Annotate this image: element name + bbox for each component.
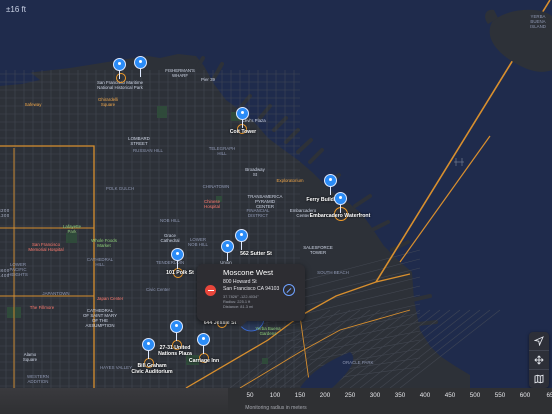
poi-label: The Fillmore (29, 305, 55, 310)
poi-label: NOB HILL (159, 218, 181, 223)
poi-label: FISHERMAN'S WHARF (165, 68, 195, 78)
radius-scale-tick: 150 (294, 392, 306, 399)
pin-label: 27-31 United Nations Plaza (158, 345, 192, 357)
radius-scale-tick: 450 (444, 392, 456, 399)
poi-label: WESTERN ADDITION (27, 374, 49, 384)
poi-label: YERBA BUENA ISLAND (530, 14, 546, 29)
minus-circle-icon[interactable] (205, 285, 216, 296)
location-callout[interactable]: Moscone West 800 Howard St San Francisco… (197, 264, 305, 327)
location-pin[interactable] (171, 248, 185, 270)
callout-address-line2: San Francisco CA 94103 (223, 286, 280, 292)
poi-label: TELEGRAPH HILL (208, 146, 236, 156)
radius-scale-tick: 600 (519, 392, 531, 399)
map-book-icon[interactable] (529, 369, 549, 388)
radius-scale-tick: 65 (546, 392, 552, 399)
distance-marker: 4200 1300 (0, 208, 10, 218)
distance-marker: 4600 1400 (0, 268, 10, 278)
callout-distance: Distance: 81.3 mi (223, 304, 254, 309)
poi-label: Grace Cathedral (160, 233, 180, 243)
poi-label: Alamo Square (22, 352, 38, 362)
poi-label: Lafayette Park (62, 224, 82, 234)
radius-scale-tick: 100 (269, 392, 281, 399)
poi-label: SOUTH BEACH (317, 270, 349, 275)
poi-label: RUSSIAN HILL (132, 148, 164, 153)
poi-label: Yerba Buena Gardens (255, 326, 281, 336)
callout-title: Moscone West (223, 268, 274, 277)
pencil-circle-icon[interactable] (283, 284, 295, 296)
poi-label: Safeway (24, 102, 42, 107)
poi-label: Broadway St (245, 167, 265, 177)
radius-scale-tick: 550 (494, 392, 506, 399)
poi-label: JAPANTOWN (42, 291, 70, 296)
radius-scale-tick: 50 (246, 392, 254, 399)
poi-label: CATHEDRAL HILL (86, 257, 114, 267)
callout-address-line1: 800 Howard St (223, 279, 257, 285)
radius-scale-caption: Monitoring radius in meters (245, 405, 307, 411)
poi-label: CATHEDRAL OF SAINT MARY OF THE ASSUMPTIO… (83, 308, 117, 328)
pin-label: 562 Sutter St (240, 251, 272, 257)
move-arrows-icon[interactable] (529, 350, 549, 369)
location-pin[interactable] (170, 320, 184, 342)
poi-label: LOWER PACIFIC HEIGHTS (8, 262, 28, 277)
poi-label: Japan Center (96, 296, 124, 301)
poi-label: LOWER NOB HILL (187, 237, 209, 247)
poi-label: Whole Foods Market (91, 238, 117, 248)
location-pin[interactable] (235, 229, 249, 251)
pin-label: Coit Tower (229, 129, 257, 135)
location-pin[interactable] (142, 338, 156, 360)
poi-label: Exploratorium (276, 178, 304, 183)
poi-label: Pier 39 (201, 77, 215, 82)
poi-label: Civic Center (146, 287, 170, 292)
poi-label: Chinese Hospital (203, 199, 221, 209)
pin-label: Embarcadero Waterfront (309, 213, 371, 219)
location-pin[interactable] (334, 192, 348, 214)
poi-label: San Francisco Memorial Hospital (28, 242, 64, 252)
poi-label: Ghirardelli Square (97, 97, 119, 107)
poi-label: POLK GULCH (105, 186, 135, 191)
radius-scale-tick: 500 (469, 392, 481, 399)
location-pin[interactable] (197, 333, 211, 355)
pin-label: Bill Graham Civic Auditorium (131, 363, 173, 375)
radius-scale-tick: 250 (344, 392, 356, 399)
radius-scale-slider[interactable]: 50 100 150 200 250 300 350 400 450 500 550 600 65 Mo… (0, 388, 552, 414)
location-pin[interactable] (236, 107, 250, 129)
poi-label: SALESFORCE TOWER (303, 245, 333, 255)
poi-label: LOMBARD STREET (128, 136, 150, 146)
poi-label: ORACLE PARK (342, 360, 374, 365)
location-pin[interactable] (221, 240, 235, 262)
radius-scale-ticks: 50 100 150 200 250 300 350 400 450 500 550 600 65 (0, 392, 552, 402)
poi-label: TRANSAMERICA PYRAMID CENTER (247, 194, 283, 209)
map-controls (529, 332, 549, 388)
location-arrow-icon[interactable] (529, 332, 549, 350)
poi-label: CHINATOWN (202, 184, 230, 189)
radius-scale-tick: 300 (369, 392, 381, 399)
pin-label: 101 Polk St (166, 270, 194, 276)
map-screen: ±16 ft San Francisco Maritime National H… (0, 0, 552, 414)
pin-label: Carriage Inn (188, 358, 220, 364)
radius-scale-tick: 200 (319, 392, 331, 399)
location-pin[interactable] (134, 56, 148, 78)
poi-label: FINANCIAL DISTRICT (246, 208, 270, 218)
radius-scale-tick: 350 (394, 392, 406, 399)
poi-label: HAYES VALLEY (99, 365, 133, 370)
location-pin[interactable] (113, 58, 127, 80)
location-accuracy-label: ±16 ft (6, 5, 26, 14)
radius-scale-tick: 400 (419, 392, 431, 399)
